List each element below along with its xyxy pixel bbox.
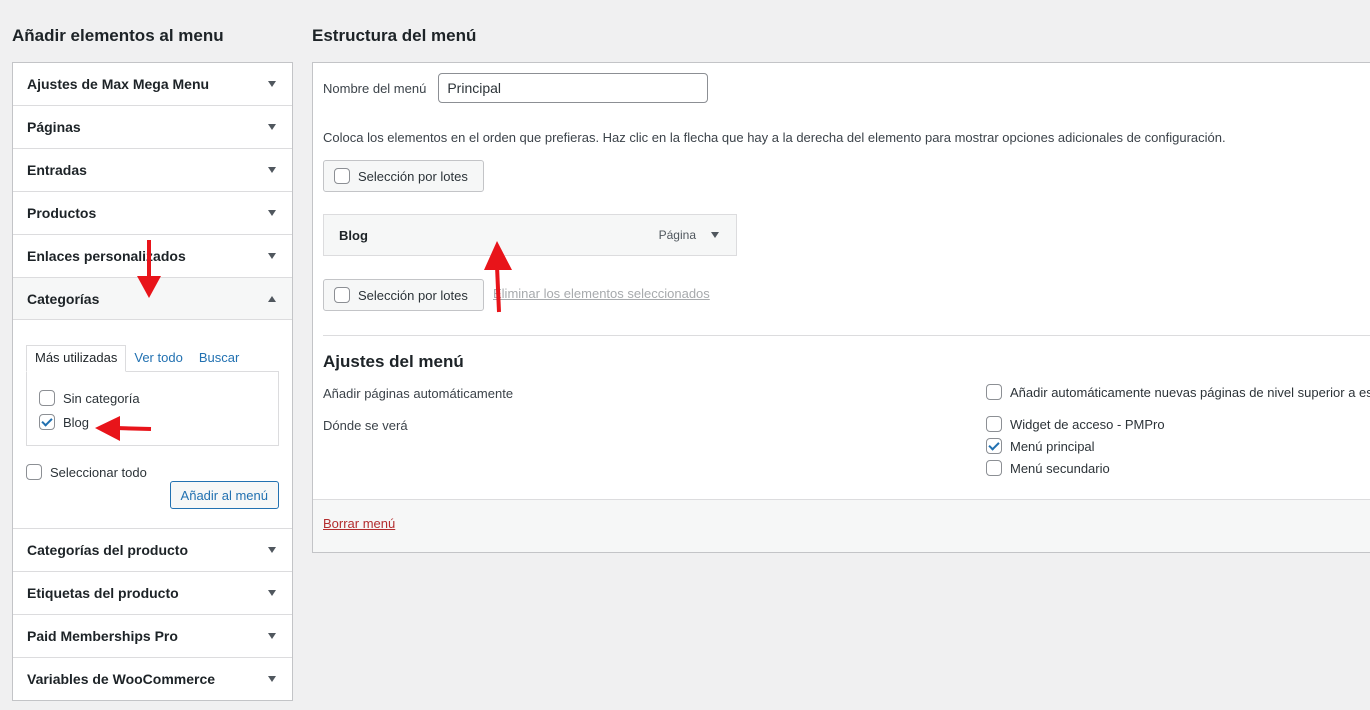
accordion-section-posts[interactable]: Entradas [13, 149, 292, 192]
categories-tabs: Más utilizadas Ver todo Buscar [26, 345, 279, 372]
category-checkbox-blog[interactable] [39, 414, 55, 430]
accordion-section-custom-links[interactable]: Enlaces personalizados [13, 235, 292, 278]
location-option-pmpro-widget[interactable]: Widget de acceso - PMPro [986, 416, 1165, 432]
chevron-down-icon [268, 253, 276, 259]
accordion-section-product-categories[interactable]: Categorías del producto [13, 529, 292, 572]
chevron-down-icon [268, 124, 276, 130]
menu-instructions: Coloca los elementos en el orden que pre… [323, 130, 1226, 145]
display-location-label: Dónde se verá [323, 418, 408, 433]
accordion-header[interactable]: Entradas [13, 149, 292, 191]
accordion-header[interactable]: Variables de WooCommerce [13, 658, 292, 700]
delete-menu-link[interactable]: Borrar menú [323, 516, 395, 531]
chevron-down-icon [268, 167, 276, 173]
list-item[interactable]: Sin categoría [39, 386, 266, 410]
menu-name-row: Nombre del menú [323, 73, 709, 103]
section-label: Variables de WooCommerce [27, 671, 216, 687]
chevron-down-icon [268, 547, 276, 553]
select-all-label: Seleccionar todo [50, 464, 147, 480]
bulk-select-checkbox[interactable] [334, 287, 350, 303]
accordion-section-woocommerce-endpoints[interactable]: Variables de WooCommerce [13, 658, 292, 700]
menu-item-title: Blog [339, 227, 368, 243]
auto-add-pages-label: Añadir páginas automáticamente [323, 386, 514, 401]
category-list: Sin categoría Blog [26, 371, 279, 446]
location-label: Widget de acceso - PMPro [1010, 416, 1165, 432]
chevron-down-icon [268, 590, 276, 596]
accordion-header[interactable]: Etiquetas del producto [13, 572, 292, 614]
add-menu-items-title: Añadir elementos al menu [12, 26, 224, 45]
tab-search[interactable]: Buscar [191, 346, 247, 371]
remove-selected-link[interactable]: Eliminar los elementos seleccionados [493, 286, 710, 301]
section-label: Páginas [27, 119, 81, 135]
menu-item-controls: Página [659, 228, 721, 242]
auto-add-option[interactable]: Añadir automáticamente nuevas páginas de… [986, 384, 1370, 400]
section-label: Categorías [27, 290, 100, 307]
bulk-select-label: Selección por lotes [358, 287, 468, 303]
bulk-select-button-bottom[interactable]: Selección por lotes [323, 279, 484, 311]
chevron-down-icon [268, 81, 276, 87]
accordion-header[interactable]: Productos [13, 192, 292, 234]
auto-add-option-label: Añadir automáticamente nuevas páginas de… [1010, 384, 1370, 400]
chevron-down-icon [268, 210, 276, 216]
accordion-section-categories[interactable]: Categorías Más utilizadas Ver todo Busca… [13, 278, 292, 529]
list-item[interactable]: Blog [39, 410, 266, 434]
location-option-secondary-menu[interactable]: Menú secundario [986, 460, 1110, 476]
section-label: Entradas [27, 162, 87, 178]
accordion-header[interactable]: Páginas [13, 106, 292, 148]
accordion-header[interactable]: Categorías [13, 278, 292, 320]
accordion-header[interactable]: Paid Memberships Pro [13, 615, 292, 657]
bulk-select-button[interactable]: Selección por lotes [323, 160, 484, 192]
menu-item-blog[interactable]: Blog Página [323, 214, 737, 256]
category-checkbox-uncategorized[interactable] [39, 390, 55, 406]
location-checkbox[interactable] [986, 438, 1002, 454]
menu-items-accordion: Ajustes de Max Mega Menu Páginas Entrada… [12, 62, 293, 701]
menu-item-type: Página [658, 228, 696, 242]
location-checkbox[interactable] [986, 416, 1002, 432]
accordion-section-pages[interactable]: Páginas [13, 106, 292, 149]
bulk-select-label: Selección por lotes [358, 168, 468, 184]
menu-structure-panel: Nombre del menú Coloca los elementos en … [312, 62, 1370, 553]
menu-name-input[interactable] [438, 73, 709, 103]
accordion-section-paid-memberships-pro[interactable]: Paid Memberships Pro [13, 615, 292, 658]
menu-settings-title: Ajustes del menú [323, 352, 464, 371]
category-label: Blog [63, 414, 90, 430]
section-label: Productos [27, 205, 97, 221]
section-label: Paid Memberships Pro [27, 628, 178, 644]
add-to-menu-button[interactable]: Añadir al menú [169, 481, 279, 509]
accordion-section-products[interactable]: Productos [13, 192, 292, 235]
bulk-select-checkbox[interactable] [334, 168, 350, 184]
accordion-section-product-tags[interactable]: Etiquetas del producto [13, 572, 292, 615]
section-label: Categorías del producto [27, 542, 189, 558]
category-label: Sin categoría [63, 390, 140, 406]
accordion-section-max-mega-menu[interactable]: Ajustes de Max Mega Menu [13, 63, 292, 106]
location-label: Menú principal [1010, 438, 1095, 454]
menu-footer: Borrar menú [313, 499, 1370, 552]
menu-structure-title: Estructura del menú [312, 26, 477, 45]
auto-add-checkbox[interactable] [986, 384, 1002, 400]
location-checkbox[interactable] [986, 460, 1002, 476]
chevron-down-icon[interactable] [711, 232, 719, 238]
location-option-primary-menu[interactable]: Menú principal [986, 438, 1095, 454]
categories-panel: Más utilizadas Ver todo Buscar Sin categ… [13, 320, 292, 528]
accordion-header[interactable]: Ajustes de Max Mega Menu [13, 63, 292, 105]
section-label: Etiquetas del producto [27, 585, 179, 601]
section-label: Enlaces personalizados [27, 248, 186, 264]
section-label: Ajustes de Max Mega Menu [27, 76, 210, 92]
accordion-header[interactable]: Categorías del producto [13, 529, 292, 571]
accordion-header[interactable]: Enlaces personalizados [13, 235, 292, 277]
menu-name-label: Nombre del menú [323, 80, 427, 96]
tab-view-all[interactable]: Ver todo [126, 346, 190, 371]
chevron-down-icon [268, 676, 276, 682]
tab-most-used[interactable]: Más utilizadas [26, 345, 127, 372]
divider [323, 335, 1370, 336]
location-label: Menú secundario [1010, 460, 1110, 476]
select-all-checkbox[interactable] [26, 464, 42, 480]
chevron-down-icon [268, 633, 276, 639]
chevron-up-icon [268, 295, 276, 302]
